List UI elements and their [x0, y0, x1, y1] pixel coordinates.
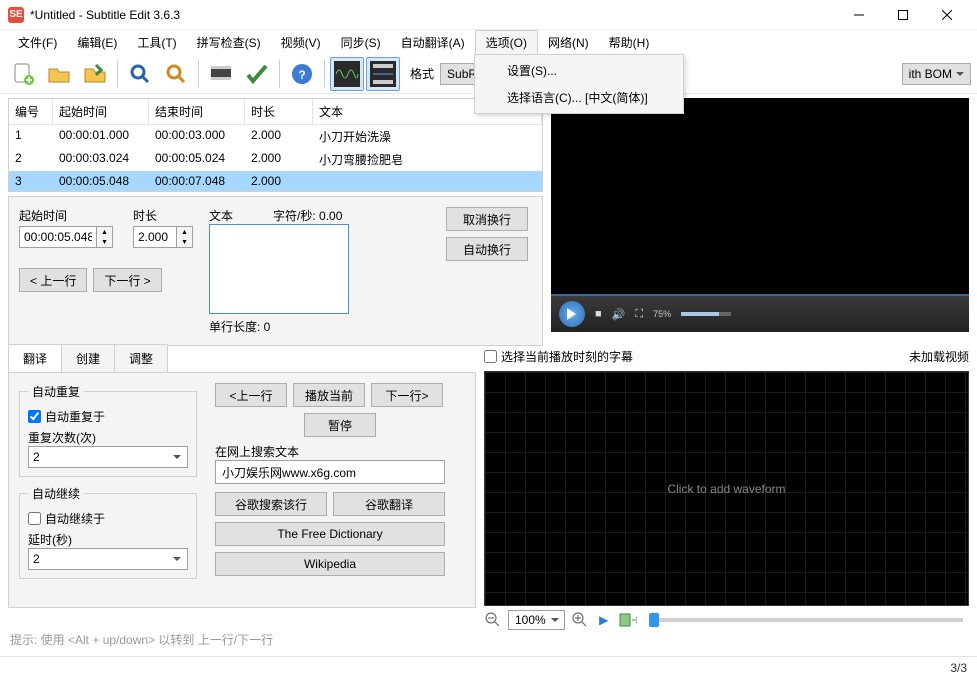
delay-select[interactable]: 2 [28, 548, 188, 570]
line-length-label: 单行长度: 0 [209, 318, 436, 335]
wave-play-icon[interactable]: ▶ [595, 611, 613, 629]
auto-continue-group: 自动继续 自动继续于 延时(秒) 2 [19, 485, 197, 579]
help-icon[interactable]: ? [285, 57, 319, 91]
waveform-controls: 100% ▶ [484, 606, 969, 634]
save-file-icon[interactable] [78, 57, 112, 91]
auto-continue-checkbox[interactable]: 自动继续于 [28, 510, 188, 527]
line-counter: 3/3 [950, 661, 967, 675]
col-duration[interactable]: 时长 [245, 99, 313, 124]
menu-file[interactable]: 文件(F) [8, 30, 67, 54]
col-end[interactable]: 结束时间 [149, 99, 245, 124]
format-label: 格式 [410, 65, 434, 82]
new-file-icon[interactable] [6, 57, 40, 91]
free-dictionary-button[interactable]: The Free Dictionary [215, 522, 445, 546]
status-bar: 3/3 [0, 656, 977, 678]
auto-repeat-checkbox[interactable]: 自动重复于 [28, 408, 188, 425]
translate-panel: 自动重复 自动重复于 重复次数(次) 2 自动继续 自动继续于 延时(秒) 2 … [8, 372, 476, 608]
menu-bar: 文件(F) 编辑(E) 工具(T) 拼写检查(S) 视频(V) 同步(S) 自动… [0, 30, 977, 54]
options-dropdown: 设置(S)... 选择语言(C)... [中文(简体)] [474, 54, 684, 114]
search-label: 在网上搜索文本 [215, 443, 465, 460]
table-row[interactable]: 3 00:00:05.048 00:00:07.048 2.000 [9, 171, 542, 191]
video-player[interactable]: ■ 🔊 ⛶ 75% [551, 98, 969, 332]
svg-text:?: ? [298, 68, 305, 82]
duration-label: 时长 [133, 207, 193, 224]
tab-adjust[interactable]: 调整 [114, 344, 168, 372]
title-bar: SE *Untitled - Subtitle Edit 3.6.3 [0, 0, 977, 30]
repeat-count-select[interactable]: 2 [28, 446, 188, 468]
waveform-toggle-icon[interactable] [330, 57, 364, 91]
video-toggle-icon[interactable] [366, 57, 400, 91]
app-icon: SE [8, 7, 24, 23]
tab-translate[interactable]: 翻译 [8, 344, 62, 372]
select-current-checkbox[interactable]: 选择当前播放时刻的字幕 [484, 348, 633, 365]
hint-text: 提示: 使用 <Alt + up/down> 以转到 上一行/下一行 [10, 631, 273, 648]
spellcheck-icon[interactable] [240, 57, 274, 91]
next-button[interactable]: 下一行> [371, 383, 443, 407]
dropdown-settings[interactable]: 设置(S)... [477, 57, 681, 84]
prev-button[interactable]: <上一行 [215, 383, 287, 407]
volume-slider[interactable] [681, 312, 731, 316]
play-button[interactable] [559, 301, 585, 327]
menu-sync[interactable]: 同步(S) [331, 30, 391, 54]
zoom-select[interactable]: 100% [508, 610, 565, 630]
open-file-icon[interactable] [42, 57, 76, 91]
google-search-button[interactable]: 谷歌搜索该行 [215, 492, 327, 516]
window-title: *Untitled - Subtitle Edit 3.6.3 [30, 8, 837, 22]
prev-line-button[interactable]: < 上一行 [19, 268, 87, 292]
text-label: 文本 [209, 207, 233, 224]
fullscreen-icon[interactable]: ⛶ [635, 308, 643, 321]
wave-insert-icon[interactable] [619, 611, 637, 629]
find-icon[interactable] [123, 57, 157, 91]
auto-repeat-group: 自动重复 自动重复于 重复次数(次) 2 [19, 383, 197, 477]
video-not-loaded-label: 未加载视频 [909, 348, 969, 365]
visual-sync-icon[interactable] [204, 57, 238, 91]
col-number[interactable]: 编号 [9, 99, 53, 124]
volume-percent: 75% [653, 309, 671, 319]
menu-video[interactable]: 视频(V) [271, 30, 331, 54]
start-time-label: 起始时间 [19, 207, 113, 224]
wikipedia-button[interactable]: Wikipedia [215, 552, 445, 576]
zoom-in-icon[interactable] [571, 611, 589, 629]
play-current-button[interactable]: 播放当前 [293, 383, 365, 407]
zoom-out-icon[interactable] [484, 611, 502, 629]
next-line-button[interactable]: 下一行 > [93, 268, 161, 292]
edit-panel: 起始时间 ▲▼ 时长 ▲▼ < 上一行 下一行 > 文本 字符/秒: 0.00 [8, 196, 543, 346]
duration-input[interactable]: ▲▼ [133, 226, 193, 248]
close-button[interactable] [925, 1, 969, 29]
stop-icon[interactable]: ■ [595, 308, 602, 320]
waveform-position-slider[interactable] [649, 618, 963, 622]
search-input[interactable]: 小刀娱乐网www.x6g.com [215, 460, 445, 484]
volume-icon[interactable]: 🔊 [612, 308, 626, 321]
maximize-button[interactable] [881, 1, 925, 29]
waveform-placeholder: Click to add waveform [667, 482, 785, 496]
pause-button[interactable]: 暂停 [304, 413, 376, 437]
col-start[interactable]: 起始时间 [53, 99, 149, 124]
menu-autotranslate[interactable]: 自动翻译(A) [391, 30, 475, 54]
menu-spellcheck[interactable]: 拼写检查(S) [187, 30, 271, 54]
tab-create[interactable]: 创建 [61, 344, 115, 372]
minimize-button[interactable] [837, 1, 881, 29]
encoding-select[interactable]: ith BOM [902, 63, 971, 85]
menu-help[interactable]: 帮助(H) [599, 30, 660, 54]
table-row[interactable]: 1 00:00:01.000 00:00:03.000 2.000 小刀开始洗澡 [9, 125, 542, 148]
menu-edit[interactable]: 编辑(E) [67, 30, 127, 54]
menu-tools[interactable]: 工具(T) [127, 30, 186, 54]
cps-label: 字符/秒: 0.00 [273, 207, 342, 224]
table-row[interactable]: 2 00:00:03.024 00:00:05.024 2.000 小刀弯腰捡肥… [9, 148, 542, 171]
menu-options[interactable]: 选项(O) [475, 30, 538, 54]
autobreak-button[interactable]: 自动换行 [446, 237, 528, 261]
video-controls: ■ 🔊 ⛶ 75% [551, 296, 969, 332]
menu-network[interactable]: 网络(N) [538, 30, 599, 54]
waveform-area[interactable]: Click to add waveform [484, 371, 969, 606]
unbreak-button[interactable]: 取消换行 [446, 207, 528, 231]
google-translate-button[interactable]: 谷歌翻译 [333, 492, 445, 516]
replace-icon[interactable] [159, 57, 193, 91]
bottom-tabs: 翻译 创建 调整 [8, 344, 476, 372]
subtitle-text-input[interactable] [209, 224, 349, 314]
subtitle-table[interactable]: 编号 起始时间 结束时间 时长 文本 1 00:00:01.000 00:00:… [8, 98, 543, 192]
dropdown-language[interactable]: 选择语言(C)... [中文(简体)] [477, 84, 681, 111]
start-time-input[interactable]: ▲▼ [19, 226, 113, 248]
